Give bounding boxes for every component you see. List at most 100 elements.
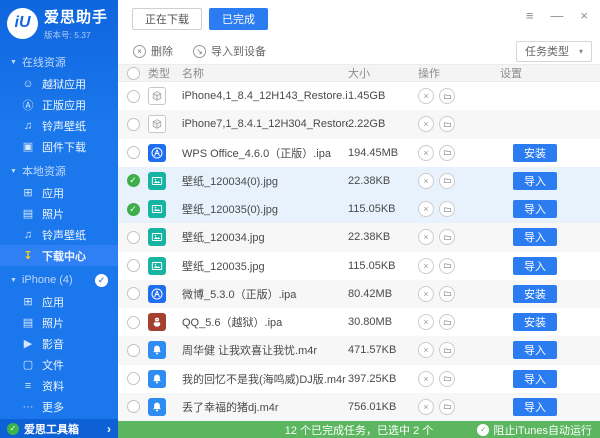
sidebar-item-appstore-apps[interactable]: Ⓐ正版应用 [0,94,118,115]
remove-task-button[interactable]: × [418,145,434,161]
row-checkbox[interactable] [127,146,140,159]
app-version: 版本号: 5.37 [44,29,108,41]
row-checkbox[interactable] [127,372,140,385]
row-checkbox[interactable] [127,287,140,300]
import-button[interactable]: 导入 [513,341,557,359]
install-button[interactable]: 安装 [513,144,557,162]
device-connected-icon: ✓ [95,274,108,287]
sidebar-section-0[interactable]: ▼在线资源 [0,51,118,73]
remove-task-button[interactable]: × [418,229,434,245]
import-button[interactable]: 导入 [513,200,557,218]
block-itunes-toggle[interactable]: ✓ 阻止iTunes自动运行 [477,421,592,438]
delete-button[interactable]: × 删除 [133,43,173,59]
row-checkbox[interactable] [127,316,140,329]
open-folder-button[interactable] [439,201,455,217]
task-type-dropdown[interactable]: 任务类型 ▾ [516,41,592,62]
remove-task-button[interactable]: × [418,116,434,132]
sidebar-item-label: 照片 [42,315,64,331]
remove-task-button[interactable]: × [418,371,434,387]
row-checkbox[interactable] [127,90,140,103]
sidebar-item-firmware-download[interactable]: ▣固件下载 [0,136,118,157]
table-row: WPS Office_4.6.0（正版）.ipa194.45MB× 安装 [118,139,600,167]
device-data-icon: ≡ [21,380,35,392]
qq-file-icon [148,313,166,331]
open-folder-button[interactable] [439,286,455,302]
sidebar-item-local-photos[interactable]: ▤照片 [0,203,118,224]
remove-task-button[interactable]: × [418,201,434,217]
open-folder-button[interactable] [439,342,455,358]
file-name: WPS Office_4.6.0（正版）.ipa [182,145,348,161]
open-folder-button[interactable] [439,399,455,415]
sidebar-item-device-media[interactable]: ▶影音 [0,333,118,354]
remove-task-button[interactable]: × [418,173,434,189]
select-all-checkbox[interactable] [127,67,140,80]
sidebar-item-label: 资料 [42,378,64,394]
block-itunes-check-icon: ✓ [477,424,489,436]
sidebar-item-device-photos[interactable]: ▤照片 [0,312,118,333]
sidebar-item-local-ringtone-wallpaper[interactable]: ♫铃声壁纸 [0,224,118,245]
firmware-file-icon [148,87,166,105]
row-checkbox[interactable] [127,400,140,413]
open-folder-button[interactable] [439,258,455,274]
row-checkbox[interactable] [127,118,140,131]
table-row: ✓壁纸_120035(0).jpg115.05KB×导入 [118,195,600,223]
chevron-down-icon: ▾ [579,47,583,56]
minimize-icon[interactable]: — [550,9,563,23]
remove-task-button[interactable]: × [418,399,434,415]
ringtone-wallpaper-icon: ♫ [21,120,35,132]
picture-file-icon [148,172,166,190]
open-folder-button[interactable] [439,229,455,245]
sidebar-item-device-data[interactable]: ≡ 资料 [0,375,118,396]
appstore-file-icon [148,285,166,303]
tab-completed[interactable]: 已完成 [209,8,268,30]
toolbox-label: 爱思工具箱 [24,421,79,437]
toolbox-button[interactable]: ✓ 爱思工具箱 › [0,419,118,438]
app-logo: iU 爱思助手 版本号: 5.37 [0,0,118,46]
remove-task-button[interactable]: × [418,286,434,302]
install-button[interactable]: 安装 [513,313,557,331]
sidebar-section-2[interactable]: ▼iPhone (4)✓ [0,269,118,291]
sidebar-item-device-more[interactable]: ···更多 [0,396,118,417]
tab-downloading[interactable]: 正在下载 [132,8,202,30]
file-name: QQ_5.6（越狱）.ipa [182,314,348,330]
remove-task-button[interactable]: × [418,88,434,104]
open-folder-button[interactable] [439,88,455,104]
file-name: 壁纸_120035.jpg [182,258,348,274]
file-size: 194.45MB [348,147,418,159]
import-to-device-button[interactable]: ↘ 导入到设备 [193,43,266,59]
open-folder-button[interactable] [439,116,455,132]
sidebar-item-local-apps[interactable]: ⊞应用 [0,182,118,203]
row-checkbox[interactable] [127,344,140,357]
install-button[interactable]: 安装 [513,285,557,303]
import-button[interactable]: 导入 [513,257,557,275]
row-checkbox[interactable] [127,231,140,244]
remove-task-button[interactable]: × [418,258,434,274]
close-icon[interactable]: × [580,9,588,23]
sidebar-item-label: 越狱应用 [42,76,86,92]
sidebar-item-device-apps[interactable]: ⊞应用 [0,291,118,312]
file-name: 我的回忆不是我(海鸣威)DJ版.m4r [182,371,348,387]
row-checkbox[interactable]: ✓ [127,203,140,216]
row-checkbox[interactable] [127,259,140,272]
sidebar-item-download-center[interactable]: ↧下载中心 [0,245,118,266]
sidebar-item-jailbreak-apps[interactable]: ☺越狱应用 [0,73,118,94]
remove-task-button[interactable]: × [418,342,434,358]
delete-label: 删除 [151,43,173,59]
import-button[interactable]: 导入 [513,370,557,388]
sidebar-section-title: 在线资源 [22,54,66,70]
table-row: 丢了幸福的猪dj.m4r756.01KB×导入 [118,393,600,421]
remove-task-button[interactable]: × [418,314,434,330]
import-button[interactable]: 导入 [513,398,557,416]
open-folder-button[interactable] [439,145,455,161]
row-checkbox[interactable]: ✓ [127,174,140,187]
open-folder-button[interactable] [439,371,455,387]
import-button[interactable]: 导入 [513,172,557,190]
ringtone-file-icon [148,341,166,359]
open-folder-button[interactable] [439,314,455,330]
open-folder-button[interactable] [439,173,455,189]
sidebar-section-1[interactable]: ▼本地资源 [0,160,118,182]
import-button[interactable]: 导入 [513,228,557,246]
sidebar-item-ringtone-wallpaper[interactable]: ♫铃声壁纸 [0,115,118,136]
menu-icon[interactable]: ≡ [526,9,534,23]
sidebar-item-device-files[interactable]: ▢文件 [0,354,118,375]
